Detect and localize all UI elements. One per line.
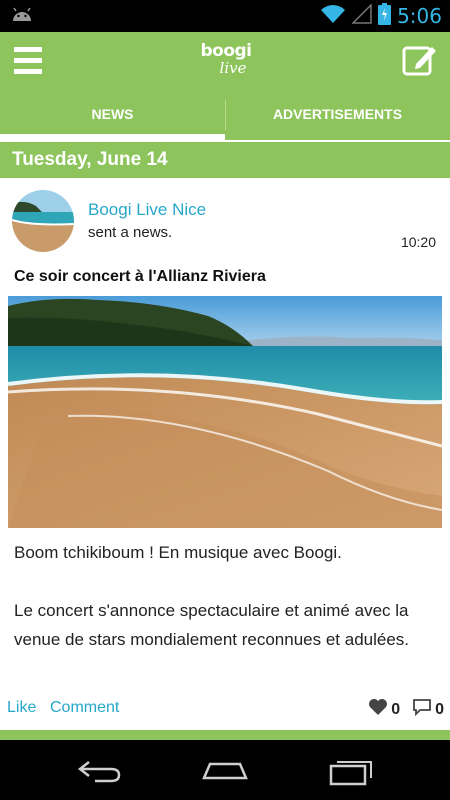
post-paragraph: Boom tchikiboum ! En musique avec Boogi.	[14, 543, 342, 562]
logo-subtext: live	[219, 59, 247, 77]
app-bar: boogi live	[0, 32, 450, 90]
navigation-bar	[0, 740, 450, 800]
post-title: Ce soir concert à l'Allianz Riviera	[14, 268, 266, 285]
tab-divider	[225, 100, 226, 130]
post-time: 10:20	[400, 234, 436, 250]
edit-icon	[402, 46, 436, 76]
news-card[interactable]: Boogi Live Nice sent a news. 10:20 Ce so…	[0, 178, 450, 730]
back-button[interactable]	[75, 756, 125, 786]
tab-advertisements[interactable]: ADVERTISEMENTS	[225, 90, 450, 140]
compose-button[interactable]	[402, 42, 438, 78]
battery-icon	[378, 2, 392, 30]
app-logo: boogi live	[196, 42, 256, 82]
home-button[interactable]	[200, 756, 250, 786]
author-name[interactable]: Boogi Live Nice	[88, 200, 206, 220]
wifi-icon	[320, 4, 346, 29]
recent-apps-button[interactable]	[327, 756, 377, 786]
post-action: sent a news.	[88, 224, 173, 241]
post-body: Boom tchikiboum ! En musique avec Boogi.…	[14, 538, 439, 654]
hamburger-menu-icon	[14, 47, 42, 74]
comment-link[interactable]: Comment	[50, 699, 119, 717]
heart-icon	[368, 698, 388, 721]
post-paragraph: Le concert s'annonce spectaculaire et an…	[14, 601, 410, 649]
back-icon	[77, 761, 121, 783]
date-header: Tuesday, June 14	[0, 142, 450, 178]
post-image[interactable]	[8, 296, 442, 528]
likes-count: 0	[391, 700, 401, 718]
status-time: 5:06	[397, 4, 442, 28]
comments-count: 0	[435, 700, 444, 718]
signal-icon	[351, 2, 372, 29]
logo-text: boogi	[200, 41, 252, 61]
post-counts: 0 0	[368, 698, 444, 721]
home-icon	[202, 762, 248, 780]
post-actions: Like Comment 0 0	[0, 696, 450, 724]
avatar[interactable]	[12, 190, 74, 252]
menu-button[interactable]	[14, 44, 44, 78]
recent-apps-icon	[329, 761, 372, 786]
next-date-header	[0, 730, 450, 740]
android-icon	[10, 5, 34, 30]
like-link[interactable]: Like	[7, 699, 36, 717]
tab-news[interactable]: NEWS	[0, 90, 225, 140]
comment-icon	[412, 698, 432, 721]
status-bar: 5:06	[0, 0, 450, 32]
